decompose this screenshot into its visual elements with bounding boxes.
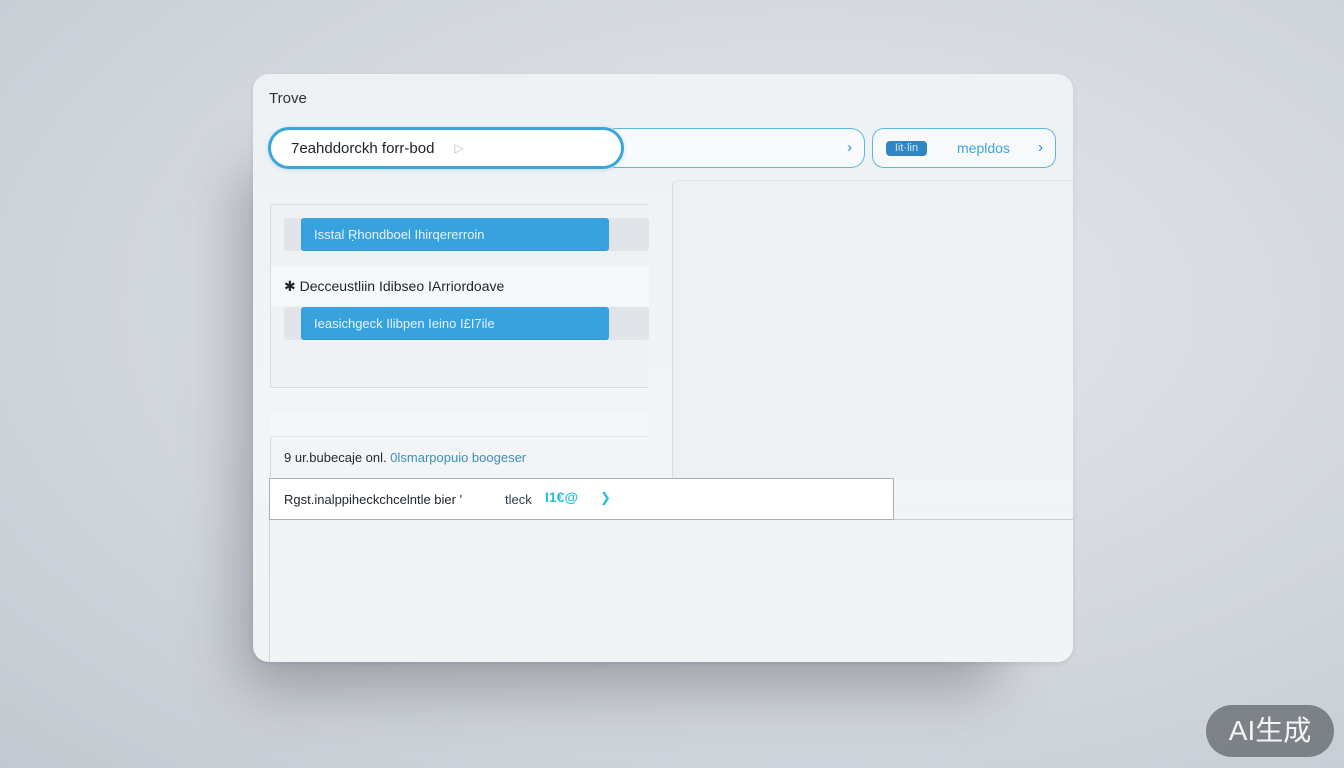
segment-chip[interactable]: Iit·lin — [886, 141, 927, 156]
search-input[interactable]: 7eahddorckh forr-bod ▷ — [268, 127, 624, 169]
list-item-primary[interactable]: Isstal Ṛhondboel Ihirqererroin — [301, 218, 609, 251]
chevron-right-icon[interactable]: › — [847, 139, 852, 156]
list-item-secondary[interactable]: Ieasichgeck Ilibpen Ieino I£I7ile — [301, 307, 609, 340]
ai-generated-badge: AI生成 — [1206, 705, 1334, 757]
segment-label: mepldos — [957, 140, 1010, 156]
list-panel: Isstal Ṛhondboel Ihirqererroin ✱ Decceus… — [270, 204, 649, 388]
section-label: ✱ Decceustliin Idibseo IArriordoave — [284, 278, 505, 294]
list-row-track: Ieasichgeck Ilibpen Ieino I£I7ile — [284, 307, 649, 340]
content-area — [269, 520, 1073, 662]
list-row-track: Isstal Ṛhondboel Ihirqererroin — [284, 218, 649, 251]
arrow-icon[interactable]: ❯ — [600, 490, 611, 506]
search-input-value: 7eahddorckh forr-bod — [291, 139, 435, 157]
app-window: Trove › 7eahddorckh forr-bod ▷ Iit·lin m… — [253, 74, 1073, 662]
play-icon[interactable]: ▷ — [454, 141, 463, 155]
command-input-label: Rgst.inalppiheckchcelntle bier ' — [284, 492, 463, 507]
chevron-right-icon[interactable]: › — [1038, 139, 1043, 156]
info-link[interactable]: 0lsmarpopuio boogeser — [390, 450, 526, 465]
window-title: Trove — [269, 90, 307, 107]
url-field[interactable]: › — [613, 128, 865, 168]
info-row: 9 ur.bubecaje onl. 0lsmarpopuio boogeser — [270, 437, 648, 477]
link-icon[interactable]: I1€@ — [545, 489, 578, 505]
preview-panel — [672, 180, 1072, 480]
info-text: 9 ur.bubecaje onl. 0lsmarpopuio boogeser — [284, 450, 527, 465]
divider-strip — [270, 414, 648, 437]
command-tag[interactable]: tleck — [505, 492, 532, 507]
segment-button[interactable]: Iit·lin mepldos › — [872, 128, 1056, 168]
command-input[interactable]: Rgst.inalppiheckchcelntle bier ' tleck I… — [269, 478, 894, 520]
